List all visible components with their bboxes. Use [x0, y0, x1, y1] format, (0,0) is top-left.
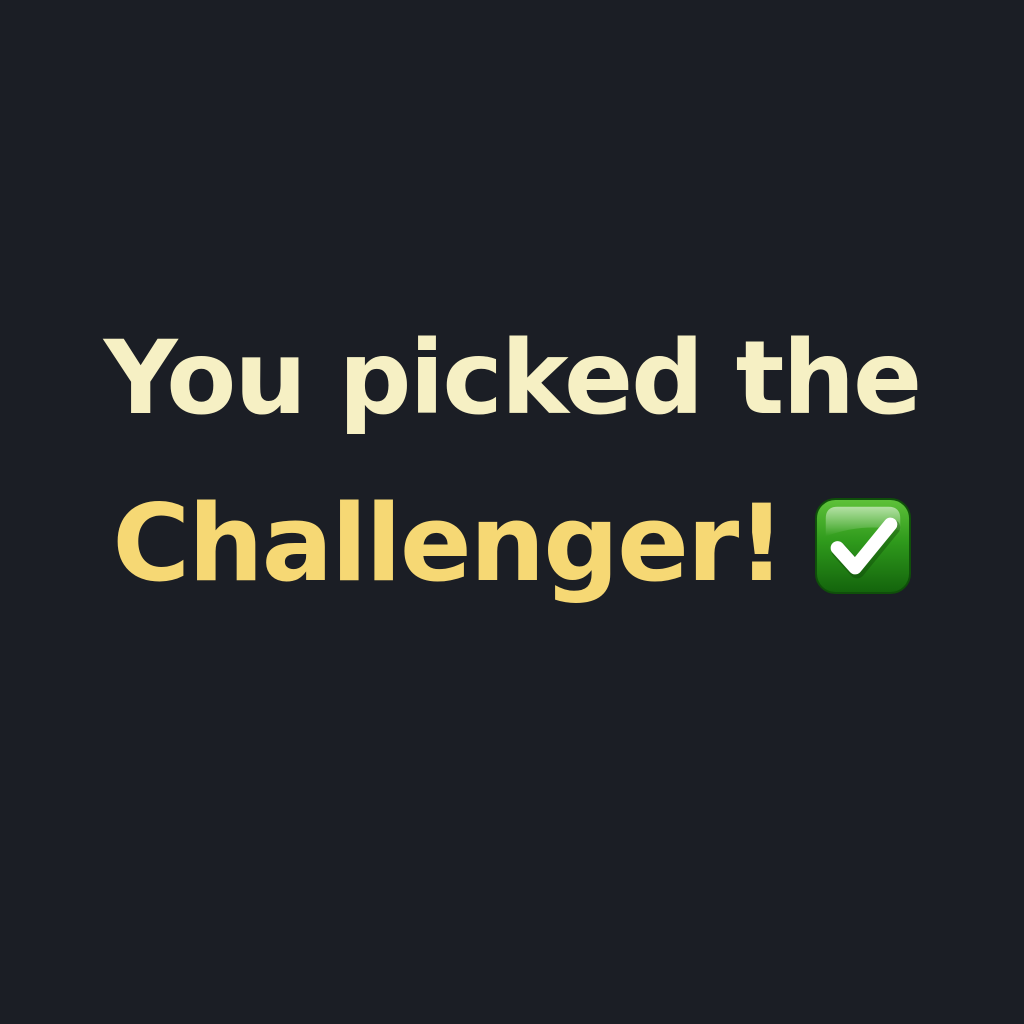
message-line-1: You picked the [103, 319, 923, 438]
message-line-2: Challenger! [112, 482, 785, 605]
message-screen: You picked the Challenger! [0, 0, 1024, 1024]
check-mark-button-icon [814, 497, 912, 595]
message-line-2-row: Challenger! [0, 480, 1024, 608]
